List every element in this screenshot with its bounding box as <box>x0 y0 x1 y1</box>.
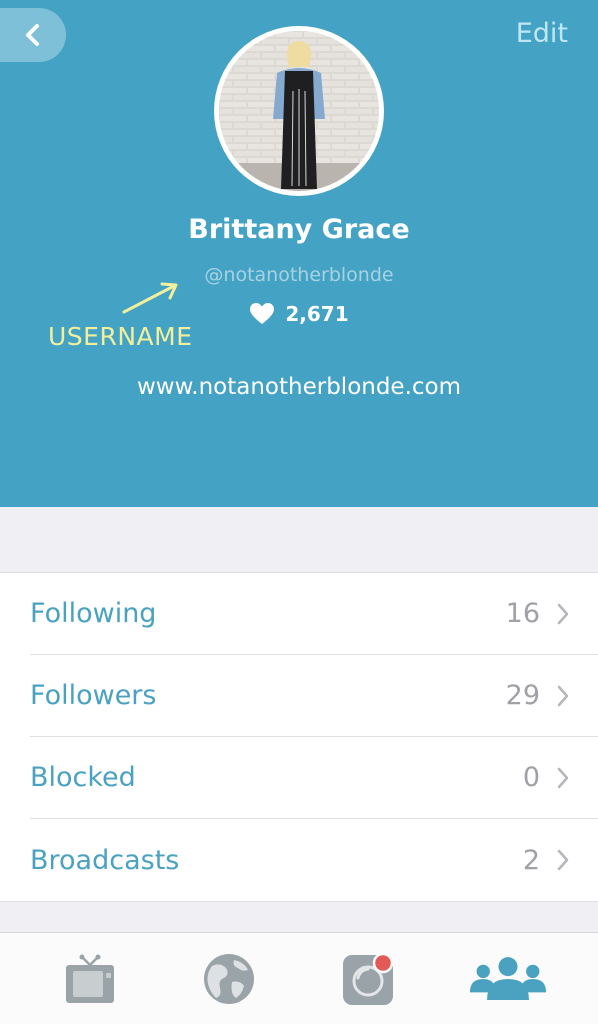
annotation-username-label: USERNAME <box>48 322 193 351</box>
tv-icon <box>65 954 114 1003</box>
profile-header: Edit Brittany Grace @notanotherblonde US… <box>0 0 598 507</box>
chevron-left-icon <box>26 24 39 46</box>
list-item-count: 16 <box>505 598 540 629</box>
camera-icon <box>342 952 393 1005</box>
profile-username: @notanotherblonde <box>204 264 394 286</box>
tab-globe[interactable] <box>189 944 269 1014</box>
list-item-blocked[interactable]: Blocked 0 <box>30 737 598 819</box>
heart-icon <box>250 303 275 324</box>
list-item-followers[interactable]: Followers 29 <box>30 655 598 737</box>
list-item-label: Followers <box>30 680 157 711</box>
list-item-count: 2 <box>522 844 540 876</box>
list-item-label: Broadcasts <box>30 844 180 876</box>
avatar[interactable] <box>214 26 384 196</box>
list-item-label: Following <box>30 598 157 629</box>
profile-website-link[interactable]: www.notanotherblonde.com <box>0 374 598 400</box>
list-item-label: Blocked <box>30 762 136 793</box>
people-icon <box>470 956 547 1000</box>
list-item-following[interactable]: Following 16 <box>30 573 598 655</box>
tab-bar <box>0 932 598 1024</box>
profile-photo <box>219 31 379 191</box>
tab-people[interactable] <box>468 944 548 1014</box>
profile-stats-list: Following 16 Followers 29 Blocked 0 Broa… <box>0 572 598 902</box>
tab-tv[interactable] <box>50 944 130 1014</box>
back-button[interactable] <box>0 8 66 62</box>
tab-broadcast[interactable] <box>329 944 409 1014</box>
edit-button[interactable]: Edit <box>516 18 568 49</box>
list-item-count: 0 <box>522 762 540 793</box>
profile-name: Brittany Grace <box>188 214 410 245</box>
hearts-count-value: 2,671 <box>285 302 349 326</box>
chevron-right-icon <box>557 767 569 788</box>
chevron-right-icon <box>557 849 569 871</box>
list-item-count: 29 <box>505 680 540 711</box>
chevron-right-icon <box>557 603 569 624</box>
list-item-broadcasts[interactable]: Broadcasts 2 <box>30 819 598 901</box>
hearts-count: 2,671 <box>0 302 598 326</box>
globe-icon <box>204 953 255 1004</box>
chevron-right-icon <box>557 685 569 706</box>
